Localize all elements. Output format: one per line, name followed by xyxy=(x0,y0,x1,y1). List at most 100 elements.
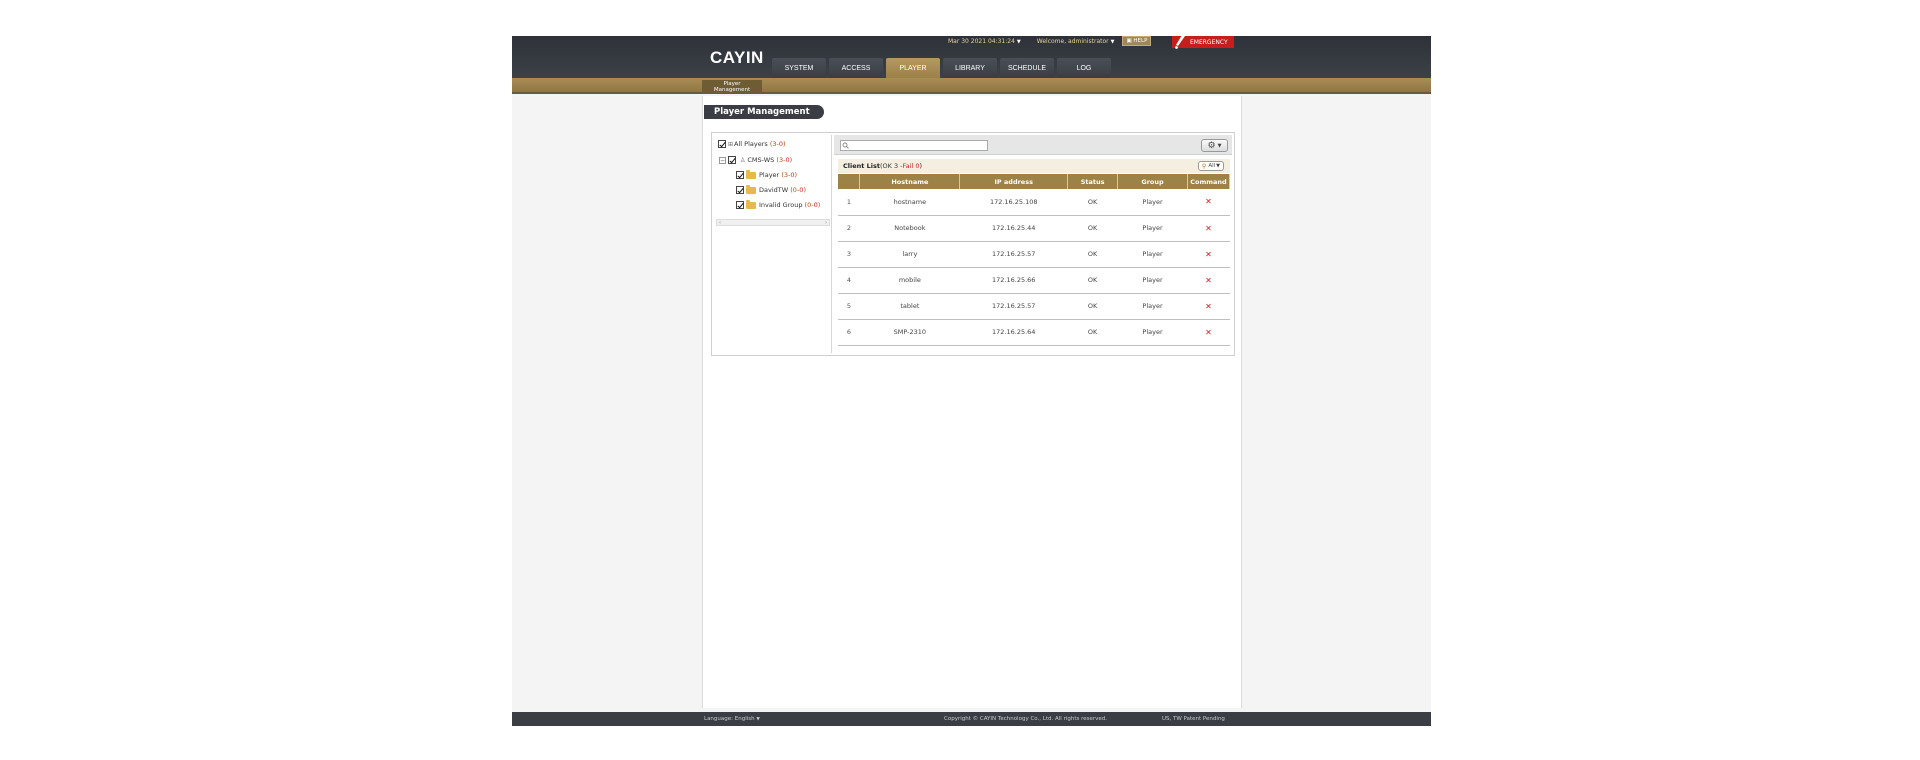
help-button[interactable]: ▣ HELP xyxy=(1122,36,1152,46)
table-header-row: Hostname IP address Status Group Command xyxy=(838,174,1231,189)
hostname-cell: mobile xyxy=(859,267,960,294)
table-row[interactable]: 4 mobile 172.16.25.66 OK Player ✕ xyxy=(838,267,1230,294)
tab-system[interactable]: SYSTEM xyxy=(772,58,826,78)
column-header-hostname[interactable]: Hostname xyxy=(859,174,961,189)
column-header-ip[interactable]: IP address xyxy=(959,174,1069,189)
horizontal-scrollbar[interactable]: ‹ › xyxy=(716,219,830,226)
ip-cell: 172.16.25.108 xyxy=(959,189,1068,216)
footer-bar: Language: English ▼ Copyright © CAYIN Te… xyxy=(512,712,1431,726)
group-cell: Player xyxy=(1117,293,1188,320)
main-nav: SYSTEM ACCESS PLAYER LIBRARY SCHEDULE LO… xyxy=(772,58,1114,78)
checkbox[interactable] xyxy=(718,140,726,148)
table-row[interactable]: 6 SMP-2310 172.16.25.64 OK Player ✕ xyxy=(838,319,1230,346)
copyright-text: Copyright © CAYIN Technology Co., Ltd. A… xyxy=(944,716,1108,722)
ip-cell: 172.16.25.57 xyxy=(959,241,1068,268)
delete-icon[interactable]: ✕ xyxy=(1205,224,1212,233)
status-cell: OK xyxy=(1067,293,1118,320)
ip-cell: 172.16.25.57 xyxy=(959,293,1068,320)
group-cell: Player xyxy=(1117,267,1188,294)
delete-icon[interactable]: ✕ xyxy=(1205,250,1212,259)
count-close: ) xyxy=(803,186,806,194)
tab-library[interactable]: LIBRARY xyxy=(943,58,997,78)
close-paren: ) xyxy=(919,162,923,170)
tab-schedule[interactable]: SCHEDULE xyxy=(1000,58,1054,78)
scroll-left-icon[interactable]: ‹ xyxy=(719,220,721,226)
status-filter-dropdown[interactable]: ⚲ All ▼ xyxy=(1197,161,1224,171)
tree-label: All Players xyxy=(734,140,768,148)
tree-item-cms-ws[interactable]: − ♙ CMS-WS (3-0) xyxy=(719,154,792,166)
hostname-cell: SMP-2310 xyxy=(859,319,960,346)
group-cell: Player xyxy=(1117,189,1188,216)
folder-icon xyxy=(746,184,756,194)
user-menu[interactable]: Welcome, administrator ▼ xyxy=(1037,38,1115,45)
command-cell: ✕ xyxy=(1187,319,1230,346)
gear-icon: ⚙ xyxy=(1207,140,1216,151)
tree-item-all-players[interactable]: ⊞ All Players (3-0) xyxy=(718,138,786,150)
players-icon: ⊞ xyxy=(728,140,734,148)
filter-icon: ⚲ xyxy=(1201,162,1207,170)
settings-button[interactable]: ⚙ ▼ xyxy=(1201,139,1228,152)
checkbox[interactable] xyxy=(736,186,744,194)
subtab-player-management[interactable]: Player Management xyxy=(702,80,762,93)
tree-label: DavidTW xyxy=(759,186,789,194)
server-icon: ♙ xyxy=(740,156,746,164)
delete-icon[interactable]: ✕ xyxy=(1205,276,1212,285)
chevron-down-icon: ▼ xyxy=(1016,38,1021,45)
tree-label: Invalid Group xyxy=(759,201,803,209)
delete-icon[interactable]: ✕ xyxy=(1205,328,1212,337)
client-list-title: Client List xyxy=(843,162,880,170)
tab-player[interactable]: PLAYER xyxy=(886,58,940,78)
top-info-bar: Mar 30 2021 04:31:24 ▼ Welcome, administr… xyxy=(948,36,1159,46)
hostname-cell: larry xyxy=(859,241,960,268)
tab-log[interactable]: LOG xyxy=(1057,58,1111,78)
chevron-down-icon: ▼ xyxy=(1216,163,1220,169)
collapse-icon[interactable]: − xyxy=(719,156,726,164)
count-close: ) xyxy=(783,140,786,148)
delete-icon[interactable]: ✕ xyxy=(1205,302,1212,311)
client-list-header: Client List (OK 3 - Fail 0) ⚲ All ▼ xyxy=(838,159,1230,173)
table-row[interactable]: 2 Notebook 172.16.25.44 OK Player ✕ xyxy=(838,215,1230,242)
table-row[interactable]: 5 tablet 172.16.25.57 OK Player ✕ xyxy=(838,293,1230,320)
tab-access[interactable]: ACCESS xyxy=(829,58,883,78)
language-selector[interactable]: Language: English ▼ xyxy=(704,716,760,722)
exclamation-icon xyxy=(1175,36,1185,49)
app-frame: CAYIN Mar 30 2021 04:31:24 ▼ Welcome, adm… xyxy=(512,36,1431,726)
tree-item-davidtw[interactable]: DavidTW (0-0) xyxy=(736,184,806,196)
checkbox[interactable] xyxy=(736,171,744,179)
status-cell: OK xyxy=(1067,319,1118,346)
patent-text: US, TW Patent Pending xyxy=(1162,716,1225,722)
status-cell: OK xyxy=(1067,241,1118,268)
folder-icon xyxy=(746,199,756,209)
command-cell: ✕ xyxy=(1187,293,1230,320)
row-number: 4 xyxy=(838,267,860,294)
search-input[interactable] xyxy=(840,140,988,151)
help-label: HELP xyxy=(1133,38,1148,44)
column-header-status[interactable]: Status xyxy=(1067,174,1119,189)
row-number: 2 xyxy=(838,215,860,242)
content-area: Player Management ⊞ All Players (3-0) − … xyxy=(702,96,1242,708)
group-cell: Player xyxy=(1117,215,1188,242)
column-header-num xyxy=(838,174,861,189)
scroll-right-icon[interactable]: › xyxy=(825,220,827,226)
ip-cell: 172.16.25.44 xyxy=(959,215,1068,242)
row-number: 5 xyxy=(838,293,860,320)
tree-item-player[interactable]: Player (3-0) xyxy=(736,169,797,181)
checkbox[interactable] xyxy=(728,156,736,164)
table-row[interactable]: 1 hostname 172.16.25.108 OK Player ✕ xyxy=(838,189,1230,216)
ip-cell: 172.16.25.64 xyxy=(959,319,1068,346)
delete-icon[interactable]: ✕ xyxy=(1205,197,1212,206)
cayin-logo[interactable]: CAYIN xyxy=(710,48,764,68)
emergency-button[interactable]: EMERGENCY xyxy=(1172,36,1234,49)
player-panel: ⊞ All Players (3-0) − ♙ CMS-WS (3-0) Pla… xyxy=(711,132,1235,356)
subtab-line2: Management xyxy=(713,87,751,93)
help-icon: ▣ xyxy=(1126,38,1132,44)
group-cell: Player xyxy=(1117,241,1188,268)
column-header-group[interactable]: Group xyxy=(1117,174,1188,189)
chevron-down-icon: ▼ xyxy=(1110,38,1115,45)
column-header-command: Command xyxy=(1187,174,1231,189)
tree-item-invalid-group[interactable]: Invalid Group (0-0) xyxy=(736,199,820,211)
checkbox[interactable] xyxy=(736,201,744,209)
table-row[interactable]: 3 larry 172.16.25.57 OK Player ✕ xyxy=(838,241,1230,268)
datetime-dropdown[interactable]: Mar 30 2021 04:31:24 ▼ xyxy=(948,38,1021,45)
row-number: 3 xyxy=(838,241,860,268)
